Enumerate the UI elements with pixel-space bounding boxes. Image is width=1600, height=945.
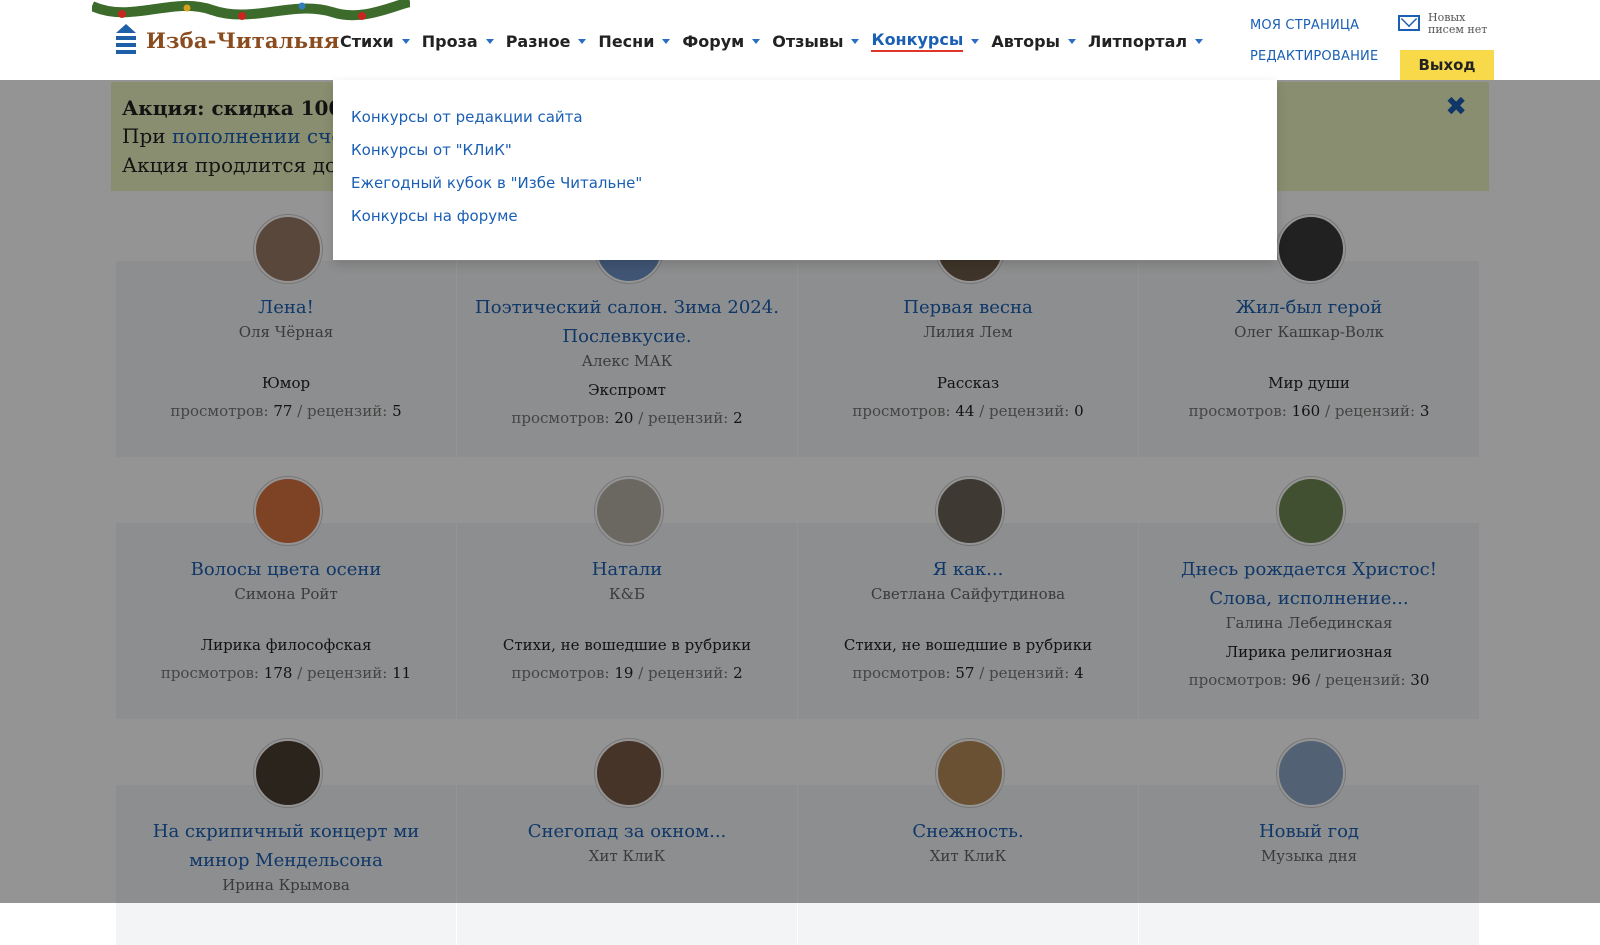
nav-label: Отзывы — [772, 31, 844, 51]
contests-dropdown-menu: Конкурсы от редакции сайта Конкурсы от "… — [333, 80, 1277, 260]
caret-down-icon — [401, 38, 410, 44]
nav-item-stihi[interactable]: Стихи — [340, 28, 410, 54]
caret-down-icon — [752, 38, 761, 44]
edit-link[interactable]: Редактирование — [1250, 49, 1378, 64]
nav-label: Форум — [682, 31, 745, 51]
logo-text: Изба-Читальня — [146, 27, 340, 53]
logout-button[interactable]: Выход — [1400, 50, 1494, 80]
nav-label: Стихи — [340, 31, 394, 51]
nav-label: Конкурсы — [871, 30, 964, 52]
main-nav: Стихи Проза Разное Песни Форум Отзывы Ко… — [340, 28, 1215, 54]
caret-down-icon — [485, 38, 494, 44]
nav-item-raznoe[interactable]: Разное — [506, 28, 587, 54]
caret-down-icon — [971, 38, 980, 44]
site-header: Изба-Читальня Стихи Проза Разное Песни Ф… — [0, 0, 1600, 80]
dropdown-item-site-contests[interactable]: Конкурсы от редакции сайта — [351, 108, 583, 126]
nav-item-pesni[interactable]: Песни — [598, 28, 671, 54]
caret-down-icon — [578, 38, 587, 44]
mail-status-text: Новых писем нет — [1428, 11, 1488, 36]
nav-item-otzyvy[interactable]: Отзывы — [772, 28, 860, 54]
dropdown-item-annual-cup[interactable]: Ежегодный кубок в "Избе Читальне" — [351, 174, 642, 192]
mail-indicator[interactable]: Новых писем нет — [1398, 12, 1498, 36]
envelope-icon — [1398, 15, 1420, 31]
nav-item-avtory[interactable]: Авторы — [991, 28, 1077, 54]
nav-item-forum[interactable]: Форум — [682, 28, 761, 54]
caret-down-icon — [851, 38, 860, 44]
nav-label: Песни — [598, 31, 655, 51]
nav-label: Разное — [505, 31, 571, 51]
nav-label: Литпортал — [1088, 31, 1188, 51]
caret-down-icon — [1068, 38, 1077, 44]
nav-label: Проза — [421, 31, 478, 51]
nav-label: Авторы — [991, 31, 1061, 51]
caret-down-icon — [1195, 38, 1204, 44]
logo-house-icon — [114, 24, 138, 56]
nav-item-konkursy[interactable]: Конкурсы — [871, 28, 980, 54]
my-page-link[interactable]: Моя страница — [1250, 18, 1359, 33]
site-logo[interactable]: Изба-Читальня — [114, 20, 340, 60]
nav-item-litportal[interactable]: Литпортал — [1088, 28, 1204, 54]
nav-item-proza[interactable]: Проза — [422, 28, 494, 54]
dropdown-item-klik-contests[interactable]: Конкурсы от "КЛиК" — [351, 141, 512, 159]
dropdown-item-forum-contests[interactable]: Конкурсы на форуме — [351, 207, 518, 225]
caret-down-icon — [662, 38, 671, 44]
